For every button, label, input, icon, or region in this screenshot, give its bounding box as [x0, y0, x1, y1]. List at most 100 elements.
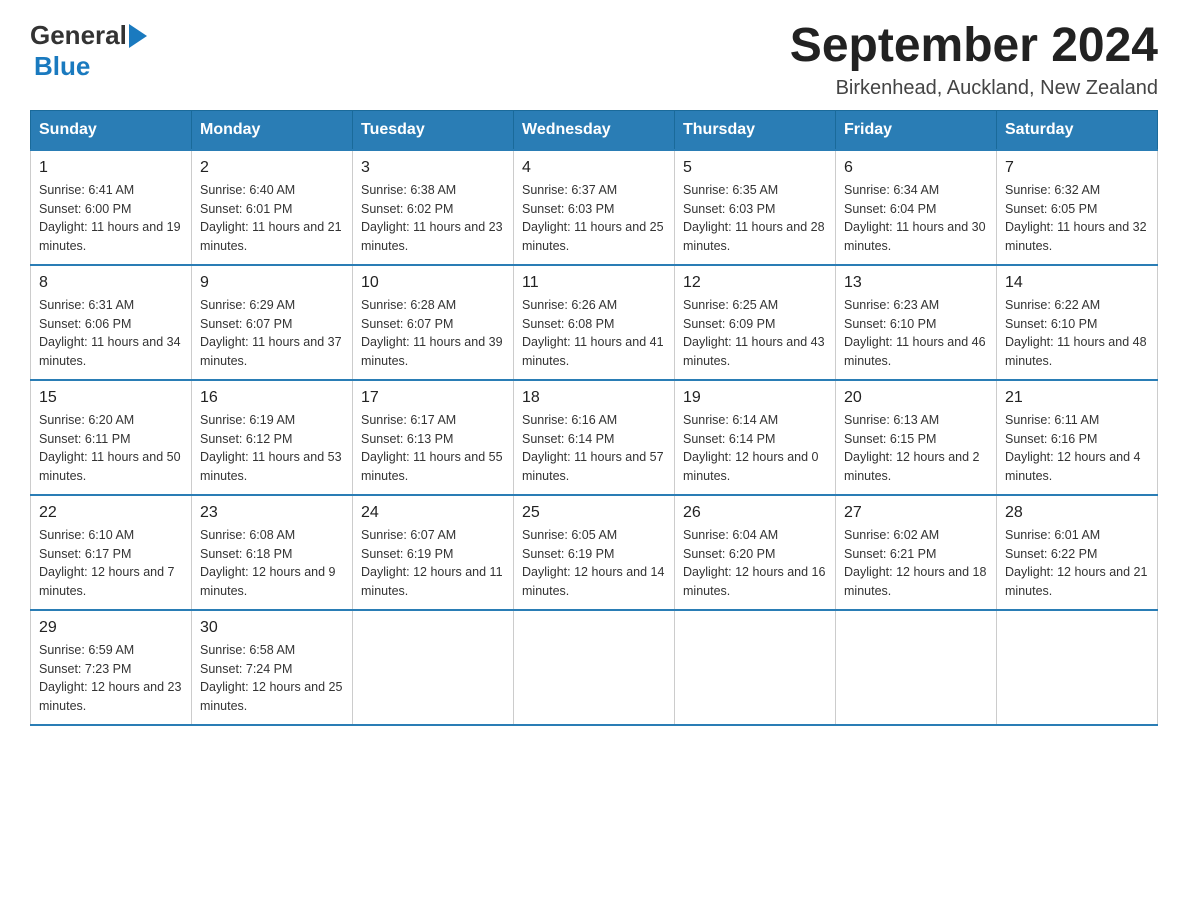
location: Birkenhead, Auckland, New Zealand — [790, 77, 1158, 100]
calendar-week-3: 15 Sunrise: 6:20 AM Sunset: 6:11 PM Dayl… — [31, 380, 1158, 495]
day-number: 13 — [844, 274, 988, 292]
calendar-cell: 4 Sunrise: 6:37 AM Sunset: 6:03 PM Dayli… — [514, 150, 675, 265]
day-number: 15 — [39, 389, 183, 407]
day-number: 25 — [522, 504, 666, 522]
day-info: Sunrise: 6:16 AM Sunset: 6:14 PM Dayligh… — [522, 411, 666, 486]
calendar-cell — [675, 610, 836, 725]
calendar-cell: 14 Sunrise: 6:22 AM Sunset: 6:10 PM Dayl… — [997, 265, 1158, 380]
day-info: Sunrise: 6:31 AM Sunset: 6:06 PM Dayligh… — [39, 296, 183, 371]
day-number: 20 — [844, 389, 988, 407]
logo-triangle-icon — [129, 24, 147, 48]
calendar-cell: 29 Sunrise: 6:59 AM Sunset: 7:23 PM Dayl… — [31, 610, 192, 725]
calendar-cell: 6 Sunrise: 6:34 AM Sunset: 6:04 PM Dayli… — [836, 150, 997, 265]
calendar-cell: 25 Sunrise: 6:05 AM Sunset: 6:19 PM Dayl… — [514, 495, 675, 610]
day-info: Sunrise: 6:41 AM Sunset: 6:00 PM Dayligh… — [39, 181, 183, 256]
day-number: 30 — [200, 619, 344, 637]
calendar-cell: 8 Sunrise: 6:31 AM Sunset: 6:06 PM Dayli… — [31, 265, 192, 380]
day-info: Sunrise: 6:22 AM Sunset: 6:10 PM Dayligh… — [1005, 296, 1149, 371]
calendar-cell: 30 Sunrise: 6:58 AM Sunset: 7:24 PM Dayl… — [192, 610, 353, 725]
header-friday: Friday — [836, 110, 997, 150]
calendar-cell: 15 Sunrise: 6:20 AM Sunset: 6:11 PM Dayl… — [31, 380, 192, 495]
calendar-cell: 27 Sunrise: 6:02 AM Sunset: 6:21 PM Dayl… — [836, 495, 997, 610]
calendar-week-4: 22 Sunrise: 6:10 AM Sunset: 6:17 PM Dayl… — [31, 495, 1158, 610]
calendar-cell: 7 Sunrise: 6:32 AM Sunset: 6:05 PM Dayli… — [997, 150, 1158, 265]
day-info: Sunrise: 6:59 AM Sunset: 7:23 PM Dayligh… — [39, 641, 183, 716]
calendar-cell: 19 Sunrise: 6:14 AM Sunset: 6:14 PM Dayl… — [675, 380, 836, 495]
day-info: Sunrise: 6:01 AM Sunset: 6:22 PM Dayligh… — [1005, 526, 1149, 601]
day-number: 21 — [1005, 389, 1149, 407]
calendar-cell — [997, 610, 1158, 725]
day-info: Sunrise: 6:34 AM Sunset: 6:04 PM Dayligh… — [844, 181, 988, 256]
day-number: 6 — [844, 159, 988, 177]
calendar-cell: 1 Sunrise: 6:41 AM Sunset: 6:00 PM Dayli… — [31, 150, 192, 265]
day-info: Sunrise: 6:40 AM Sunset: 6:01 PM Dayligh… — [200, 181, 344, 256]
calendar-week-1: 1 Sunrise: 6:41 AM Sunset: 6:00 PM Dayli… — [31, 150, 1158, 265]
day-number: 27 — [844, 504, 988, 522]
calendar-cell: 5 Sunrise: 6:35 AM Sunset: 6:03 PM Dayli… — [675, 150, 836, 265]
day-number: 11 — [522, 274, 666, 292]
calendar-cell: 28 Sunrise: 6:01 AM Sunset: 6:22 PM Dayl… — [997, 495, 1158, 610]
header-monday: Monday — [192, 110, 353, 150]
day-info: Sunrise: 6:13 AM Sunset: 6:15 PM Dayligh… — [844, 411, 988, 486]
day-number: 19 — [683, 389, 827, 407]
calendar-week-5: 29 Sunrise: 6:59 AM Sunset: 7:23 PM Dayl… — [31, 610, 1158, 725]
day-number: 7 — [1005, 159, 1149, 177]
day-info: Sunrise: 6:25 AM Sunset: 6:09 PM Dayligh… — [683, 296, 827, 371]
day-info: Sunrise: 6:19 AM Sunset: 6:12 PM Dayligh… — [200, 411, 344, 486]
logo-blue: Blue — [34, 51, 90, 81]
month-title: September 2024 — [790, 20, 1158, 73]
header-wednesday: Wednesday — [514, 110, 675, 150]
calendar-cell: 23 Sunrise: 6:08 AM Sunset: 6:18 PM Dayl… — [192, 495, 353, 610]
calendar-cell: 18 Sunrise: 6:16 AM Sunset: 6:14 PM Dayl… — [514, 380, 675, 495]
day-number: 29 — [39, 619, 183, 637]
header-thursday: Thursday — [675, 110, 836, 150]
day-number: 16 — [200, 389, 344, 407]
calendar-table: Sunday Monday Tuesday Wednesday Thursday… — [30, 110, 1158, 726]
calendar-cell: 13 Sunrise: 6:23 AM Sunset: 6:10 PM Dayl… — [836, 265, 997, 380]
day-number: 10 — [361, 274, 505, 292]
day-info: Sunrise: 6:14 AM Sunset: 6:14 PM Dayligh… — [683, 411, 827, 486]
day-info: Sunrise: 6:20 AM Sunset: 6:11 PM Dayligh… — [39, 411, 183, 486]
page-header: General Blue September 2024 Birkenhead, … — [30, 20, 1158, 100]
calendar-cell: 11 Sunrise: 6:26 AM Sunset: 6:08 PM Dayl… — [514, 265, 675, 380]
day-info: Sunrise: 6:58 AM Sunset: 7:24 PM Dayligh… — [200, 641, 344, 716]
day-info: Sunrise: 6:37 AM Sunset: 6:03 PM Dayligh… — [522, 181, 666, 256]
day-number: 22 — [39, 504, 183, 522]
day-info: Sunrise: 6:29 AM Sunset: 6:07 PM Dayligh… — [200, 296, 344, 371]
day-info: Sunrise: 6:04 AM Sunset: 6:20 PM Dayligh… — [683, 526, 827, 601]
calendar-cell: 21 Sunrise: 6:11 AM Sunset: 6:16 PM Dayl… — [997, 380, 1158, 495]
calendar-cell: 2 Sunrise: 6:40 AM Sunset: 6:01 PM Dayli… — [192, 150, 353, 265]
day-number: 12 — [683, 274, 827, 292]
header-sunday: Sunday — [31, 110, 192, 150]
calendar-week-2: 8 Sunrise: 6:31 AM Sunset: 6:06 PM Dayli… — [31, 265, 1158, 380]
day-info: Sunrise: 6:08 AM Sunset: 6:18 PM Dayligh… — [200, 526, 344, 601]
calendar-cell: 3 Sunrise: 6:38 AM Sunset: 6:02 PM Dayli… — [353, 150, 514, 265]
calendar-cell: 24 Sunrise: 6:07 AM Sunset: 6:19 PM Dayl… — [353, 495, 514, 610]
calendar-cell: 12 Sunrise: 6:25 AM Sunset: 6:09 PM Dayl… — [675, 265, 836, 380]
day-info: Sunrise: 6:38 AM Sunset: 6:02 PM Dayligh… — [361, 181, 505, 256]
day-number: 5 — [683, 159, 827, 177]
logo-general: General — [30, 20, 127, 51]
calendar-cell: 9 Sunrise: 6:29 AM Sunset: 6:07 PM Dayli… — [192, 265, 353, 380]
day-info: Sunrise: 6:02 AM Sunset: 6:21 PM Dayligh… — [844, 526, 988, 601]
day-info: Sunrise: 6:35 AM Sunset: 6:03 PM Dayligh… — [683, 181, 827, 256]
day-info: Sunrise: 6:28 AM Sunset: 6:07 PM Dayligh… — [361, 296, 505, 371]
calendar-cell: 10 Sunrise: 6:28 AM Sunset: 6:07 PM Dayl… — [353, 265, 514, 380]
weekday-header-row: Sunday Monday Tuesday Wednesday Thursday… — [31, 110, 1158, 150]
day-number: 24 — [361, 504, 505, 522]
header-tuesday: Tuesday — [353, 110, 514, 150]
day-info: Sunrise: 6:23 AM Sunset: 6:10 PM Dayligh… — [844, 296, 988, 371]
calendar-cell: 26 Sunrise: 6:04 AM Sunset: 6:20 PM Dayl… — [675, 495, 836, 610]
day-info: Sunrise: 6:05 AM Sunset: 6:19 PM Dayligh… — [522, 526, 666, 601]
logo: General Blue — [30, 20, 147, 82]
calendar-cell: 20 Sunrise: 6:13 AM Sunset: 6:15 PM Dayl… — [836, 380, 997, 495]
day-number: 23 — [200, 504, 344, 522]
day-info: Sunrise: 6:11 AM Sunset: 6:16 PM Dayligh… — [1005, 411, 1149, 486]
day-number: 4 — [522, 159, 666, 177]
calendar-cell: 22 Sunrise: 6:10 AM Sunset: 6:17 PM Dayl… — [31, 495, 192, 610]
calendar-cell: 16 Sunrise: 6:19 AM Sunset: 6:12 PM Dayl… — [192, 380, 353, 495]
day-number: 28 — [1005, 504, 1149, 522]
day-info: Sunrise: 6:32 AM Sunset: 6:05 PM Dayligh… — [1005, 181, 1149, 256]
calendar-cell: 17 Sunrise: 6:17 AM Sunset: 6:13 PM Dayl… — [353, 380, 514, 495]
calendar-cell — [514, 610, 675, 725]
